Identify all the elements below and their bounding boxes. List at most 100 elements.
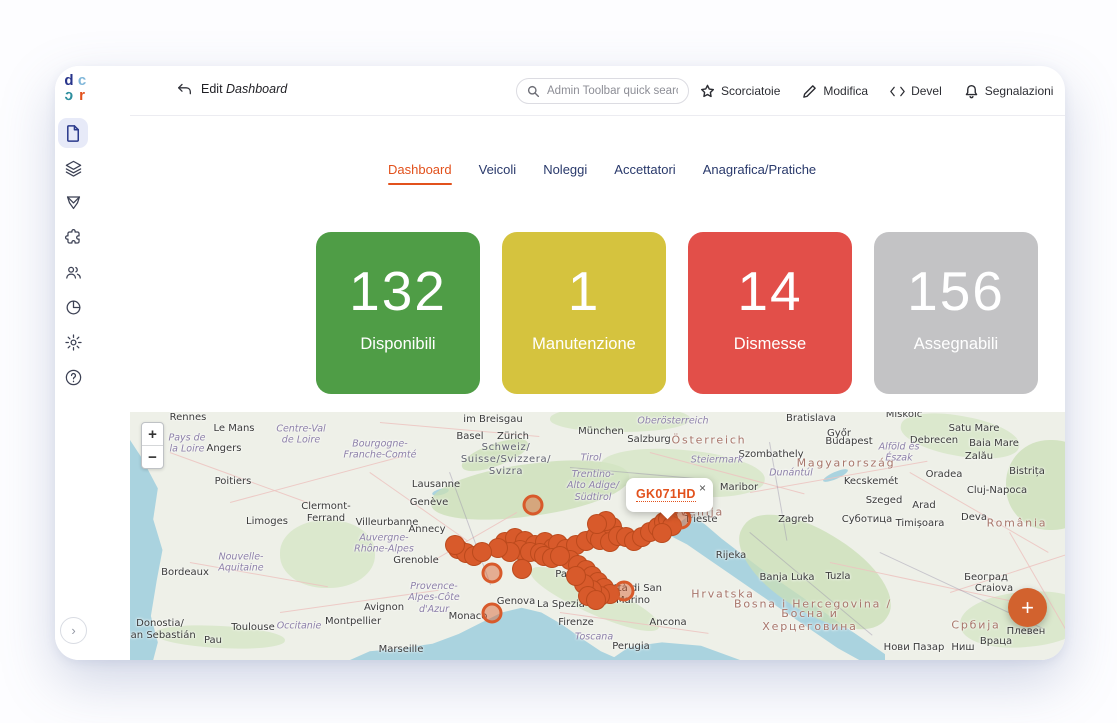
map-label: Österreich (671, 433, 747, 447)
tab-dashboard[interactable]: Dashboard (388, 162, 452, 185)
vehicle-cluster-marker[interactable] (522, 494, 544, 516)
stat-card-manutenzione: 1 Manutenzione (502, 232, 666, 394)
stat-value: 1 (567, 260, 601, 322)
sidebar-item-users[interactable] (58, 257, 88, 287)
puzzle-icon (64, 228, 80, 244)
map-label: Bourgogne- Franche-Comté (343, 438, 417, 461)
bell-icon (965, 84, 978, 98)
sidebar-item-layers[interactable] (58, 153, 88, 183)
vehicle-marker[interactable] (587, 514, 607, 534)
top-toolbar: Edit Dashboard Scorciatoie Modifica Deve… (99, 66, 1065, 116)
edit-button[interactable]: Modifica (802, 84, 868, 99)
map-terrain (550, 412, 690, 432)
map-road (169, 452, 311, 505)
add-button[interactable]: + (1008, 588, 1047, 627)
code-icon (890, 86, 905, 96)
vehicle-cluster-marker[interactable] (613, 580, 635, 602)
map-label: Magyarország (796, 456, 896, 470)
map-road (280, 589, 439, 613)
pencil-icon (803, 84, 817, 98)
devel-button[interactable]: Devel (890, 84, 942, 99)
sidebar-item-document[interactable] (58, 118, 88, 148)
map-label: Kecskemét (843, 476, 899, 487)
map-label: Суботица (841, 514, 893, 525)
notifications-button[interactable]: Segnalazioni (964, 84, 1053, 99)
vehicle-marker[interactable] (652, 523, 672, 543)
tag-icon (66, 195, 80, 209)
sidebar-expand-button[interactable]: › (60, 617, 87, 644)
map-label: Genova (496, 596, 536, 607)
map-label: Arad (912, 500, 936, 511)
map-zoom-control: + − (141, 422, 164, 469)
tab-anagrafica-pratiche[interactable]: Anagrafica/Pratiche (703, 162, 816, 185)
tab-noleggi[interactable]: Noleggi (543, 162, 587, 185)
vehicle-marker[interactable] (566, 566, 586, 586)
search-input[interactable] (547, 85, 678, 97)
map-terrain (1006, 440, 1065, 530)
map-label: Hrvatska (691, 587, 755, 601)
sidebar-item-settings[interactable] (58, 327, 88, 357)
vehicle-cluster-marker[interactable] (481, 562, 503, 584)
app-logo[interactable]: dc ɔr (62, 73, 94, 109)
map-terrain (154, 622, 286, 652)
map-label: Annecy (408, 524, 446, 535)
map-label: im Breisgau (463, 414, 523, 425)
pie-chart-icon (66, 300, 80, 314)
shortcuts-button[interactable]: Scorciatoie (700, 84, 780, 99)
vehicle-cluster-marker[interactable] (481, 602, 503, 624)
stat-label: Manutenzione (532, 335, 636, 353)
sidebar-item-reports[interactable] (58, 292, 88, 322)
vehicle-popup: GK071HD × (626, 478, 713, 520)
map-label: Basel (456, 431, 484, 442)
map-label: Rennes (169, 412, 207, 423)
map-label: Villeurbanne (355, 517, 419, 528)
vehicles-map[interactable]: Rennes Le Mans Angers Poitiers Limoges Clermo… (130, 412, 1065, 660)
stat-label: Dismesse (733, 335, 807, 353)
map-label: Ниш (951, 642, 975, 653)
map-label: Bratislava (786, 413, 836, 424)
map-label: Timișoara (895, 518, 945, 529)
zoom-out-button[interactable]: − (142, 446, 163, 468)
sidebar-item-modules[interactable] (58, 222, 88, 252)
vehicle-marker[interactable] (550, 546, 570, 566)
map-label: Budapest (825, 436, 873, 447)
map-label: Angers (206, 443, 242, 454)
map-road (379, 422, 540, 437)
vehicle-marker[interactable] (586, 590, 606, 610)
page-title: Edit Dashboard (201, 82, 288, 96)
map-label: Montpellier (324, 616, 382, 627)
map-label: Szeged (865, 495, 903, 506)
help-icon (65, 369, 81, 385)
back-arrow-icon[interactable] (177, 83, 192, 96)
tab-accettatori[interactable]: Accettatori (614, 162, 675, 185)
vehicle-plate-link[interactable]: GK071HD (636, 487, 696, 502)
map-road (950, 548, 1065, 593)
stat-card-assegnabili: 156 Assegnabili (874, 232, 1038, 394)
tab-veicoli[interactable]: Veicoli (479, 162, 517, 185)
map-label: Limoges (246, 516, 288, 527)
stat-value: 156 (907, 260, 1005, 322)
map-label: Centre-Val de Loire (276, 423, 326, 446)
zoom-in-button[interactable]: + (142, 423, 163, 446)
app-window: dc ɔr › Edit Dashboard Admin Toolbar qui… (55, 66, 1065, 660)
map-label: Salzburg (627, 434, 671, 445)
star-icon (700, 84, 715, 97)
logo-letter: c (77, 72, 86, 89)
stat-value: 14 (737, 260, 803, 322)
popup-close-icon[interactable]: × (697, 479, 708, 497)
logo-letter: r (79, 87, 85, 104)
map-label: Pays de la Loire (168, 432, 206, 455)
map-label: Bordeaux (161, 567, 209, 578)
vehicle-marker[interactable] (445, 535, 465, 555)
page: dc ɔr › Edit Dashboard Admin Toolbar qui… (0, 0, 1117, 723)
sidebar-item-help[interactable] (58, 362, 88, 392)
stat-label: Disponibili (360, 335, 436, 353)
stat-label: Assegnabili (913, 335, 999, 353)
map-label: Le Mans (213, 423, 255, 434)
map-label: Београд (964, 572, 1008, 583)
vehicle-marker[interactable] (512, 559, 532, 579)
map-label: Poitiers (214, 476, 252, 487)
admin-search (516, 78, 689, 104)
vehicle-marker[interactable] (472, 542, 492, 562)
sidebar-item-tag[interactable] (58, 187, 88, 217)
